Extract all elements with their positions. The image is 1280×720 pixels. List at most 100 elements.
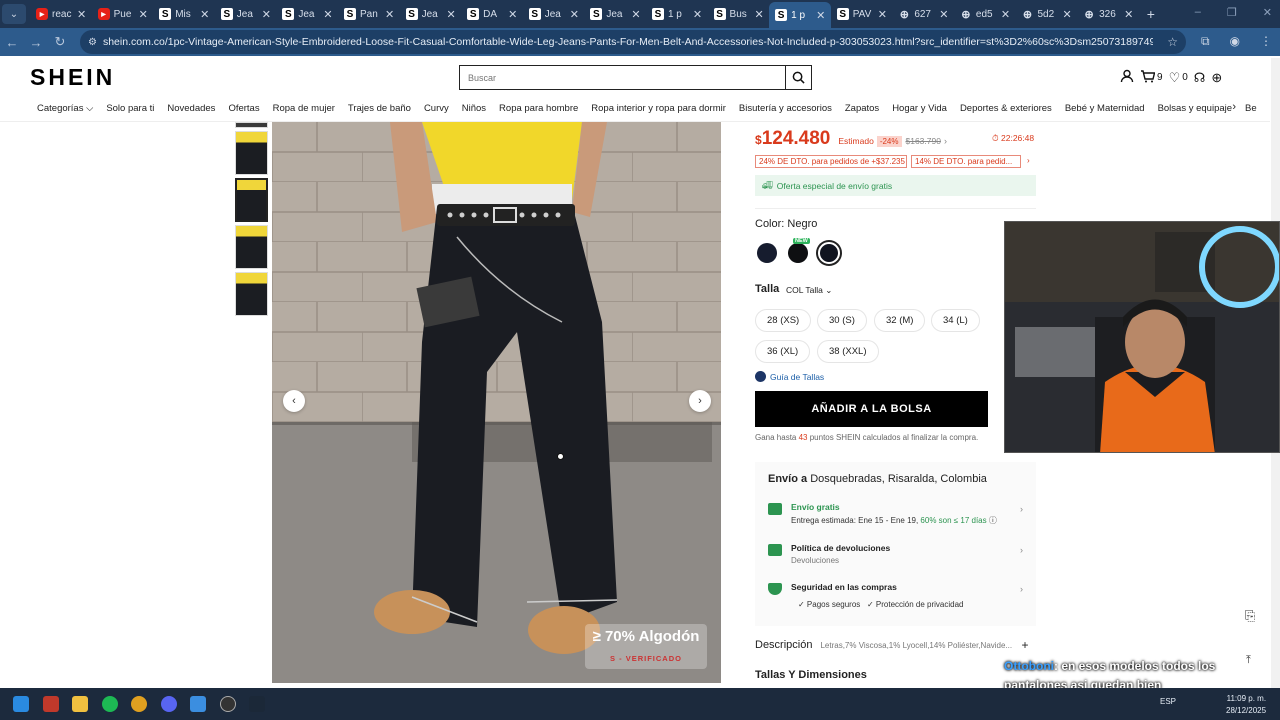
category-link[interactable]: Curvy (424, 103, 449, 114)
category-link[interactable]: Ropa para hombre (499, 103, 578, 114)
category-link[interactable]: Bebé y Maternidad (1065, 103, 1145, 114)
category-link[interactable]: Ropa de mujer (273, 103, 335, 114)
size-guide-link[interactable]: Guía de Tallas (755, 371, 824, 382)
browser-tab[interactable]: S Mis ✕ (153, 2, 215, 26)
description-row[interactable]: Descripción Letras,7% Viscosa,1% Lyocell… (755, 638, 1036, 652)
thumbnail[interactable] (235, 225, 268, 269)
close-window-icon[interactable]: ✕ (1263, 6, 1272, 19)
size-option[interactable]: 34 (L) (931, 309, 980, 332)
browser-tab[interactable]: S1 p ✕ (769, 2, 831, 28)
close-tab-icon[interactable]: ✕ (630, 8, 642, 21)
add-to-bag-button[interactable]: AÑADIR A LA BOLSA (755, 391, 988, 427)
chevron-right-icon[interactable]: › (944, 136, 947, 146)
thumbnail[interactable] (235, 131, 268, 175)
url-field[interactable]: ⚙ shein.com.co/1pc-Vintage-American-Styl… (80, 30, 1186, 54)
close-tab-icon[interactable]: ✕ (260, 8, 272, 21)
close-tab-icon[interactable]: ✕ (322, 8, 334, 21)
product-main-image[interactable] (272, 122, 721, 683)
category-next-icon[interactable]: › (1232, 101, 1236, 113)
close-tab-icon[interactable]: ✕ (445, 8, 457, 21)
obs-icon[interactable] (220, 696, 236, 712)
back-icon[interactable]: ← (0, 35, 24, 50)
support-icon[interactable]: ☊ (1194, 70, 1206, 86)
language-indicator[interactable]: ESP (1160, 697, 1176, 706)
file-explorer-icon[interactable] (72, 696, 88, 712)
extensions-icon[interactable]: ⧉ (1201, 34, 1210, 49)
wishlist-icon[interactable]: ♡ (1169, 70, 1181, 86)
close-tab-icon[interactable]: ✕ (1061, 8, 1073, 21)
size-option[interactable]: 38 (XXL) (817, 340, 879, 363)
system-clock[interactable]: 11:09 p. m. 28/12/2025 (1226, 693, 1266, 717)
app-icon[interactable] (43, 696, 59, 712)
browser-tab[interactable]: S Jea ✕ (215, 2, 277, 26)
close-tab-icon[interactable]: ✕ (938, 8, 950, 21)
browser-tab[interactable]: ⊕ 5d2 ✕ (1016, 2, 1078, 26)
browser-tab[interactable]: ⊕ 326 ✕ (1077, 2, 1139, 26)
spotify-icon[interactable] (102, 696, 118, 712)
thumbnail[interactable] (235, 122, 268, 128)
search-input[interactable] (460, 66, 785, 89)
browser-tab[interactable]: S Jea ✕ (523, 2, 585, 26)
browser-tab[interactable]: S Jea ✕ (400, 2, 462, 26)
category-link[interactable]: Ofertas (228, 103, 259, 114)
browser-tab[interactable]: S Jea ✕ (584, 2, 646, 26)
size-system-select[interactable]: COL Talla ⌄ (786, 285, 832, 296)
size-option[interactable]: 30 (S) (817, 309, 867, 332)
category-link[interactable]: Zapatos (845, 103, 879, 114)
category-link[interactable]: Ropa interior y ropa para dormir (591, 103, 726, 114)
close-tab-icon[interactable]: ✕ (753, 8, 765, 21)
language-globe-icon[interactable]: ⊕ (1211, 70, 1222, 86)
browser-tab[interactable]: S1 p ✕ (646, 2, 708, 26)
category-link[interactable]: Trajes de baño (348, 103, 411, 114)
gallery-prev-button[interactable]: ‹ (283, 390, 305, 412)
site-info-icon[interactable]: ⚙ (88, 37, 97, 48)
category-link[interactable]: Deportes & exteriores (960, 103, 1052, 114)
size-option[interactable]: 36 (XL) (755, 340, 811, 363)
color-swatch[interactable] (788, 243, 808, 263)
menu-icon[interactable]: ⋮ (1260, 34, 1272, 49)
browser-tab[interactable]: ⊕ 627 ✕ (892, 2, 954, 26)
category-link[interactable]: Be (1245, 103, 1257, 114)
shipping-destination[interactable]: Envío a Dosquebradas, Risaralda, Colombi… (768, 473, 987, 485)
windows-start-icon[interactable] (13, 696, 29, 712)
browser-tab[interactable]: S Jea ✕ (276, 2, 338, 26)
category-link[interactable]: Bisutería y accesorios (739, 103, 832, 114)
category-link[interactable]: Solo para ti (106, 103, 154, 114)
close-tab-icon[interactable]: ✕ (384, 8, 396, 21)
color-swatch-selected[interactable] (818, 242, 840, 264)
tab-search-button[interactable]: ⌄ (2, 4, 26, 24)
category-link[interactable]: Bolsas y equipaje (1158, 103, 1232, 114)
close-tab-icon[interactable]: ✕ (1123, 8, 1135, 21)
shein-logo[interactable]: SHEIN (30, 64, 115, 91)
minimize-icon[interactable]: – (1195, 6, 1201, 19)
reload-icon[interactable]: ↻ (48, 34, 72, 50)
thumbnail[interactable] (235, 272, 268, 316)
coupon-more-icon[interactable]: › (1027, 156, 1030, 165)
new-tab-button[interactable]: + (1147, 6, 1155, 22)
browser-tab[interactable]: ⊕ ed5 ✕ (954, 2, 1016, 26)
size-option[interactable]: 32 (M) (874, 309, 926, 332)
close-tab-icon[interactable]: ✕ (199, 8, 211, 21)
bookmark-star-icon[interactable]: ☆ (1167, 35, 1178, 49)
sizes-dimensions-heading[interactable]: Tallas Y Dimensiones (755, 669, 867, 681)
steam-icon[interactable] (249, 696, 265, 712)
browser-tab[interactable]: S Bus ✕ (708, 2, 770, 26)
notepad-icon[interactable] (190, 696, 206, 712)
browser-tab[interactable]: S Pan ✕ (338, 2, 400, 26)
chrome-icon[interactable] (131, 696, 147, 712)
category-link[interactable]: Novedades (167, 103, 215, 114)
close-tab-icon[interactable]: ✕ (137, 8, 149, 21)
close-tab-icon[interactable]: ✕ (507, 8, 519, 21)
cart-icon[interactable] (1140, 69, 1156, 86)
profile-icon[interactable]: ◉ (1230, 34, 1240, 49)
thumbnail-selected[interactable] (235, 178, 268, 222)
expand-plus-icon[interactable]: + (1021, 638, 1028, 652)
coupon-tag[interactable]: 24% DE DTO. para pedidos de +$37.235 (755, 155, 907, 168)
close-tab-icon[interactable]: ✕ (568, 8, 580, 21)
clipboard-icon[interactable]: ⎘ (1245, 608, 1255, 624)
discord-icon[interactable] (161, 696, 177, 712)
search-button[interactable] (785, 66, 811, 89)
browser-tab[interactable]: ▶ Pue ✕ (92, 2, 154, 26)
gallery-next-button[interactable]: › (689, 390, 711, 412)
browser-tab[interactable]: S PAV ✕ (831, 2, 893, 26)
